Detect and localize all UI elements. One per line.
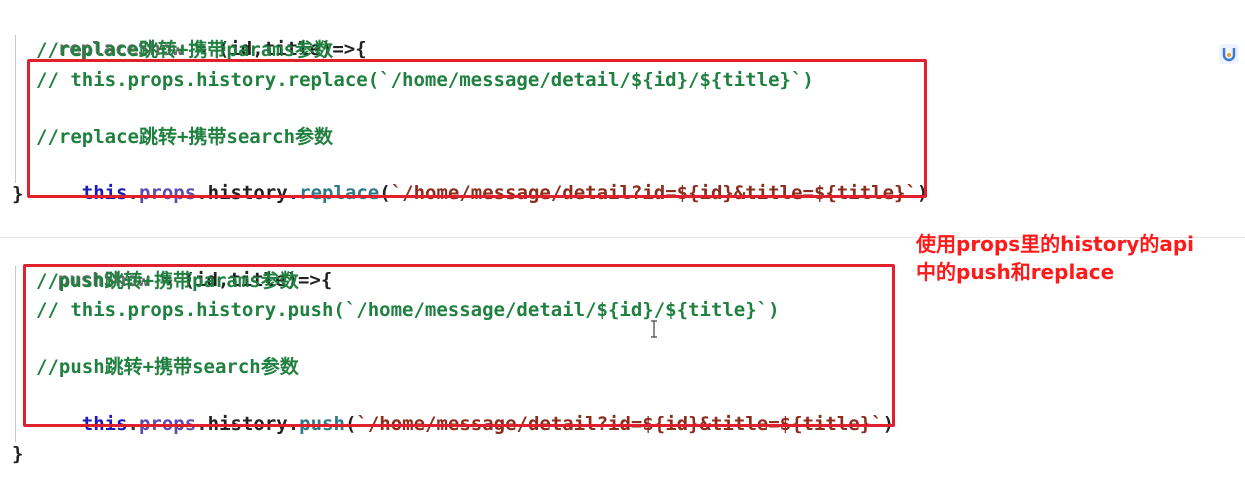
plugin-icon[interactable] [1219,44,1239,64]
text-cursor-icon [650,320,658,338]
closing-brace[interactable]: } [12,180,23,208]
code-editor[interactable]: replaceShow = (id,title)=>{ //replace跳转+… [0,0,1245,478]
indent-guide [15,35,16,183]
highlight-box [27,59,927,198]
annotation-line: 使用props里的history的api [916,232,1195,256]
highlight-box [23,264,895,427]
indent-guide [15,266,16,442]
annotation-line: 中的push和replace [916,260,1115,284]
plugin-icon-glyph [1222,48,1236,62]
push-show-signature[interactable]: pushShow = (id,title)=>{ [12,238,333,291]
annotation-note: 使用props里的history的api 中的push和replace [916,230,1236,286]
closing-brace[interactable]: } [12,440,23,468]
replace-show-signature[interactable]: replaceShow = (id,title)=>{ [12,7,367,60]
